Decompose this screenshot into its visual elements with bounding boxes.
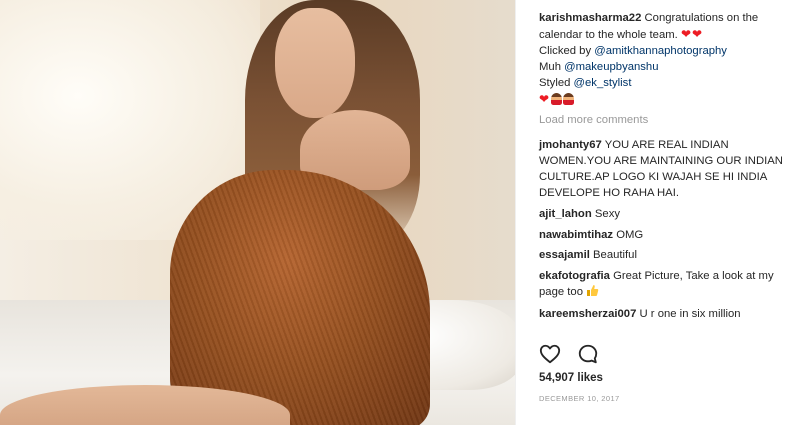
woman-emoji-icon bbox=[551, 93, 563, 105]
comment-text: Sexy bbox=[594, 208, 620, 220]
caption-author-link[interactable]: karishmasharma22 bbox=[539, 12, 641, 24]
credit-makeup-prefix: Muh bbox=[539, 61, 561, 73]
thumbs-up-emoji-icon bbox=[587, 285, 599, 296]
mention-makeup-link[interactable]: @makeupbyanshu bbox=[564, 61, 658, 73]
comment-username-link[interactable]: ajit_lahon bbox=[539, 208, 592, 220]
comment-item: essajamil Beautiful bbox=[539, 247, 784, 263]
comment-username-link[interactable]: nawabimtihaz bbox=[539, 229, 613, 241]
comment-item: ajit_lahon Sexy bbox=[539, 206, 784, 222]
woman-emoji-icon bbox=[563, 93, 575, 105]
comment-text: U r one in six million bbox=[639, 308, 741, 320]
comment-item: nawabimtihaz OMG bbox=[539, 227, 784, 243]
credit-styled-prefix: Styled bbox=[539, 77, 571, 89]
load-more-comments-link[interactable]: Load more comments bbox=[539, 114, 648, 126]
heart-outline-icon[interactable] bbox=[539, 343, 561, 365]
red-hearts-emoji: ❤❤ bbox=[680, 27, 704, 41]
comment-item: ekafotografia Great Picture, Take a look… bbox=[539, 268, 784, 300]
red-heart-emoji: ❤ bbox=[539, 92, 551, 106]
caption-text-line-1: Congratulations on the bbox=[644, 12, 759, 24]
comment-item: jmohanty67 YOU ARE REAL INDIAN WOMEN.YOU… bbox=[539, 137, 784, 201]
mention-stylist-link[interactable]: @ek_stylist bbox=[574, 77, 632, 89]
clipped-comment-row bbox=[539, 325, 784, 330]
comment-username-link[interactable]: jmohanty67 bbox=[539, 139, 602, 151]
post-date: DECEMBER 10, 2017 bbox=[539, 394, 620, 403]
comment-username-link[interactable]: ekafotografia bbox=[539, 270, 610, 282]
comments-panel: karishmasharma22 Congratulations on the … bbox=[515, 0, 790, 425]
post-caption: karishmasharma22 Congratulations on the … bbox=[539, 10, 784, 108]
mention-photographer-link[interactable]: @amitkhannaphotography bbox=[594, 45, 727, 57]
speech-bubble-icon[interactable] bbox=[577, 343, 599, 365]
comment-username-link[interactable]: kareemsherzai007 bbox=[539, 308, 636, 320]
comment-username-link[interactable]: essajamil bbox=[539, 249, 590, 261]
photo-face bbox=[275, 8, 355, 118]
emoji-row: ❤ bbox=[539, 91, 784, 108]
caption-text-line-2: calendar to the whole team. bbox=[539, 29, 678, 41]
credit-clicked-prefix: Clicked by bbox=[539, 45, 592, 57]
comment-text: Beautiful bbox=[593, 249, 637, 261]
comment-text: OMG bbox=[616, 229, 644, 241]
like-count[interactable]: 54,907 likes bbox=[539, 372, 603, 384]
comment-item: kareemsherzai007 U r one in six million bbox=[539, 306, 784, 322]
post-actions bbox=[539, 343, 611, 365]
post-photo[interactable] bbox=[0, 0, 515, 425]
